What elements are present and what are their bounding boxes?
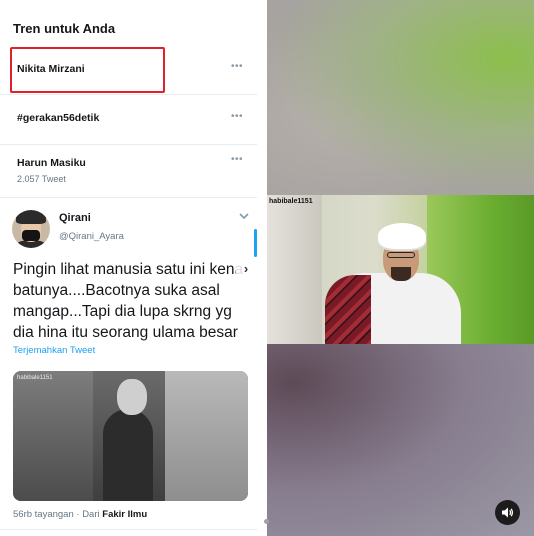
- trends-header: Tren untuk Anda: [13, 21, 116, 36]
- speaker-icon[interactable]: [495, 500, 520, 525]
- tweet-author-name[interactable]: Qirani: [59, 212, 91, 224]
- more-options-icon[interactable]: •••: [231, 111, 243, 122]
- trend-name: Harun Masiku: [17, 157, 86, 169]
- more-options-icon[interactable]: •••: [231, 61, 243, 72]
- divider: [0, 529, 257, 530]
- tweet-views: 56rb tayangan · Dari Fakir Ilmu: [13, 509, 147, 520]
- tweet-card[interactable]: Qirani @Qirani_Ayara Pingin lihat manusi…: [0, 198, 257, 536]
- views-count: 56rb tayangan: [13, 509, 74, 520]
- blurred-background-top: [267, 0, 534, 195]
- blurred-background-bottom: [267, 344, 534, 536]
- trend-item-harun-masiku[interactable]: Harun Masiku 2.057 Tweet •••: [0, 145, 257, 198]
- trend-name: #gerakan56detik: [17, 112, 100, 124]
- views-from-prefix: · Dari: [76, 509, 100, 520]
- media-watermark: habibale1151: [17, 375, 53, 381]
- trend-tweet-count: 2.057 Tweet: [17, 174, 66, 184]
- carousel-indicator: [264, 519, 269, 524]
- video-panel: habibale1151: [267, 0, 534, 536]
- tweet-media-video[interactable]: habibale1151: [13, 371, 248, 501]
- chevron-right-icon[interactable]: ›: [235, 258, 257, 280]
- avatar[interactable]: [12, 210, 50, 248]
- twitter-panel: Tren untuk Anda Nikita Mirzani ••• #gera…: [0, 0, 267, 536]
- scrollbar[interactable]: [254, 229, 257, 257]
- tweet-text: Pingin lihat manusia satu ini kena batun…: [13, 261, 244, 341]
- trend-item-gerakan56detik[interactable]: #gerakan56detik •••: [0, 95, 257, 145]
- red-highlight-box: [10, 47, 165, 93]
- video-watermark: habibale1151: [269, 198, 313, 205]
- views-source[interactable]: Fakir Ilmu: [102, 509, 147, 520]
- video-frame[interactable]: habibale1151: [267, 195, 534, 344]
- translate-tweet-link[interactable]: Terjemahkan Tweet: [13, 345, 95, 356]
- more-options-icon[interactable]: •••: [231, 154, 243, 165]
- tweet-author-handle[interactable]: @Qirani_Ayara: [59, 231, 124, 242]
- chevron-down-icon[interactable]: [239, 211, 249, 223]
